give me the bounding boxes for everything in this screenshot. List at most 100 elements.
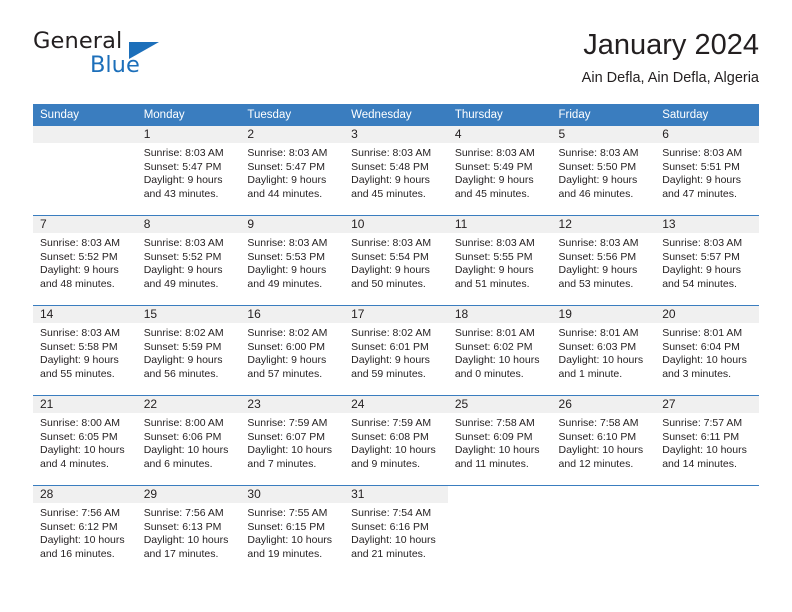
calendar-day-cell[interactable]: 23 Sunrise: 7:59 AM Sunset: 6:07 PM Dayligh… [240,395,345,486]
calendar-day-cell-empty [447,485,552,575]
day-details: Sunrise: 8:03 AM Sunset: 5:52 PM Daylight:… [137,233,241,291]
sunrise-text: Sunrise: 8:03 AM [247,147,328,159]
sunset-text: Sunset: 6:16 PM [351,520,429,533]
daylight-text-line1: Daylight: 10 hours [247,444,333,457]
sunset-text: Sunset: 5:47 PM [143,160,222,173]
day-details: Sunrise: 8:03 AM Sunset: 5:49 PM Daylight:… [448,143,552,201]
day-number: 9 [240,216,345,233]
sunset-text: Sunset: 6:01 PM [351,340,429,353]
daylight-text-line1: Daylight: 10 hours [558,444,644,457]
calendar-day-cell[interactable]: 22 Sunrise: 8:00 AM Sunset: 6:06 PM Dayligh… [136,395,241,486]
calendar-day-cell[interactable]: 5 Sunrise: 8:03 AM Sunset: 5:50 PM Daylight… [551,126,656,216]
daylight-text-line1: Daylight: 9 hours [40,354,119,367]
daylight-text-line2: and 47 minutes. [662,187,737,200]
calendar-day-cell[interactable]: 20 Sunrise: 8:01 AM Sunset: 6:04 PM Dayligh… [655,305,759,396]
calendar-day-cell[interactable]: 28 Sunrise: 7:56 AM Sunset: 6:12 PM Dayligh… [33,485,137,575]
calendar-week-row: 1 Sunrise: 8:03 AM Sunset: 5:47 PM Daylight… [33,126,759,216]
calendar-day-cell[interactable]: 18 Sunrise: 8:01 AM Sunset: 6:02 PM Dayligh… [447,305,552,396]
calendar-day-cell[interactable]: 2 Sunrise: 8:03 AM Sunset: 5:47 PM Daylight… [240,126,345,216]
calendar-day-cell[interactable]: 27 Sunrise: 7:57 AM Sunset: 6:11 PM Dayligh… [655,395,759,486]
day-number: 8 [136,216,241,233]
calendar-day-cell[interactable]: 19 Sunrise: 8:01 AM Sunset: 6:03 PM Dayligh… [551,305,656,396]
sunset-text: Sunset: 5:52 PM [40,250,118,263]
day-cell-inner: 4 Sunrise: 8:03 AM Sunset: 5:49 PM Daylight… [447,126,552,215]
calendar-day-cell[interactable]: 31 Sunrise: 7:54 AM Sunset: 6:16 PM Dayligh… [344,485,448,575]
calendar-day-cell[interactable]: 25 Sunrise: 7:58 AM Sunset: 6:09 PM Dayligh… [447,395,552,486]
day-cell-inner: 5 Sunrise: 8:03 AM Sunset: 5:50 PM Daylight… [551,126,656,215]
daylight-text-line2: and 1 minute. [558,367,623,380]
calendar-week-row: 28 Sunrise: 7:56 AM Sunset: 6:12 PM Dayligh… [33,485,759,575]
calendar-day-cell-empty [33,126,137,216]
calendar-day-cell[interactable]: 10 Sunrise: 8:03 AM Sunset: 5:54 PM Dayligh… [344,215,448,306]
calendar-day-cell-empty [551,485,656,575]
day-number: 23 [240,396,345,413]
day-number: 3 [344,126,448,143]
calendar-day-cell[interactable]: 21 Sunrise: 8:00 AM Sunset: 6:05 PM Dayligh… [33,395,137,486]
day-number: 15 [136,306,241,323]
sunrise-text: Sunrise: 8:03 AM [662,147,743,159]
day-details: Sunrise: 8:03 AM Sunset: 5:53 PM Daylight:… [240,233,344,291]
sunset-text: Sunset: 6:02 PM [454,340,533,353]
day-number: 12 [551,216,656,233]
day-details: Sunrise: 7:55 AM Sunset: 6:15 PM Daylight:… [240,503,344,561]
daylight-text-line2: and 3 minutes. [662,367,732,380]
day-details: Sunrise: 8:02 AM Sunset: 5:59 PM Daylight:… [137,323,241,381]
calendar-day-cell[interactable]: 16 Sunrise: 8:02 AM Sunset: 6:00 PM Dayligh… [240,305,345,396]
calendar-day-cell[interactable]: 8 Sunrise: 8:03 AM Sunset: 5:52 PM Daylight… [136,215,241,306]
calendar-day-cell[interactable]: 6 Sunrise: 8:03 AM Sunset: 5:51 PM Daylight… [655,126,759,216]
calendar-day-cell[interactable]: 1 Sunrise: 8:03 AM Sunset: 5:47 PM Daylight… [136,126,241,216]
day-cell-inner: 31 Sunrise: 7:54 AM Sunset: 6:16 PM Dayligh… [344,486,448,575]
daylight-text-line1: Daylight: 9 hours [454,174,534,187]
sunrise-text: Sunrise: 8:03 AM [454,147,535,159]
daylight-text-line1: Daylight: 9 hours [662,174,742,187]
day-cell-inner: 12 Sunrise: 8:03 AM Sunset: 5:56 PM Dayligh… [551,216,656,305]
daylight-text-line1: Daylight: 9 hours [558,174,638,187]
calendar-day-cell[interactable]: 29 Sunrise: 7:56 AM Sunset: 6:13 PM Dayligh… [136,485,241,575]
day-cell-inner: 21 Sunrise: 8:00 AM Sunset: 6:05 PM Dayligh… [33,396,137,485]
day-number: 18 [447,306,552,323]
sunrise-text: Sunrise: 8:00 AM [143,417,224,429]
calendar-day-cell[interactable]: 11 Sunrise: 8:03 AM Sunset: 5:55 PM Dayligh… [447,215,552,306]
day-cell-inner: 6 Sunrise: 8:03 AM Sunset: 5:51 PM Daylight… [655,126,759,215]
sunrise-text: Sunrise: 8:03 AM [454,237,535,249]
daylight-text-line1: Daylight: 10 hours [351,444,436,457]
sunrise-text: Sunrise: 8:03 AM [558,147,639,159]
title-block: January 2024 Ain Defla, Ain Defla, Alger… [582,28,759,88]
calendar-day-cell[interactable]: 17 Sunrise: 8:02 AM Sunset: 6:01 PM Dayligh… [344,305,448,396]
daylight-text-line2: and 0 minutes. [454,367,524,380]
day-cell-inner [552,486,656,575]
calendar-day-cell[interactable]: 15 Sunrise: 8:02 AM Sunset: 5:59 PM Dayligh… [136,305,241,396]
calendar-day-cell[interactable]: 3 Sunrise: 8:03 AM Sunset: 5:48 PM Daylight… [344,126,448,216]
daylight-text-line1: Daylight: 10 hours [558,354,644,367]
sunset-text: Sunset: 5:50 PM [558,160,637,173]
day-number: 7 [33,216,137,233]
calendar-day-cell[interactable]: 13 Sunrise: 8:03 AM Sunset: 5:57 PM Dayligh… [655,215,759,306]
sunrise-text: Sunrise: 7:59 AM [351,417,432,429]
calendar-day-cell[interactable]: 26 Sunrise: 7:58 AM Sunset: 6:10 PM Dayligh… [551,395,656,486]
calendar-day-cell[interactable]: 14 Sunrise: 8:03 AM Sunset: 5:58 PM Dayligh… [33,305,137,396]
weekday-header-tuesday: Tuesday [240,104,345,126]
general-blue-logo[interactable]: General Blue [33,28,233,88]
logo-text-general: General [33,28,123,54]
sunrise-text: Sunrise: 7:54 AM [351,507,432,519]
day-number: 14 [33,306,137,323]
day-details: Sunrise: 8:01 AM Sunset: 6:04 PM Daylight:… [655,323,759,381]
sunset-text: Sunset: 6:11 PM [662,430,740,443]
day-cell-inner: 17 Sunrise: 8:02 AM Sunset: 6:01 PM Dayligh… [344,306,448,395]
day-cell-inner: 27 Sunrise: 7:57 AM Sunset: 6:11 PM Dayligh… [655,396,759,485]
day-number: 28 [33,486,137,503]
sunrise-text: Sunrise: 7:56 AM [40,507,120,519]
sunrise-text: Sunrise: 8:01 AM [662,327,743,339]
calendar-day-cell[interactable]: 9 Sunrise: 8:03 AM Sunset: 5:53 PM Daylight… [240,215,345,306]
calendar-day-cell[interactable]: 24 Sunrise: 7:59 AM Sunset: 6:08 PM Dayligh… [344,395,448,486]
day-cell-inner: 20 Sunrise: 8:01 AM Sunset: 6:04 PM Dayligh… [655,306,759,395]
sunrise-text: Sunrise: 8:03 AM [351,237,432,249]
sunrise-text: Sunrise: 7:55 AM [247,507,328,519]
calendar-day-cell[interactable]: 4 Sunrise: 8:03 AM Sunset: 5:49 PM Daylight… [447,126,552,216]
calendar-day-cell[interactable]: 7 Sunrise: 8:03 AM Sunset: 5:52 PM Daylight… [33,215,137,306]
calendar-day-cell[interactable]: 12 Sunrise: 8:03 AM Sunset: 5:56 PM Dayligh… [551,215,656,306]
calendar-day-cell[interactable]: 30 Sunrise: 7:55 AM Sunset: 6:15 PM Dayligh… [240,485,345,575]
day-number: 16 [240,306,345,323]
day-cell-inner: 28 Sunrise: 7:56 AM Sunset: 6:12 PM Dayligh… [33,486,137,575]
sunrise-text: Sunrise: 7:58 AM [558,417,639,429]
